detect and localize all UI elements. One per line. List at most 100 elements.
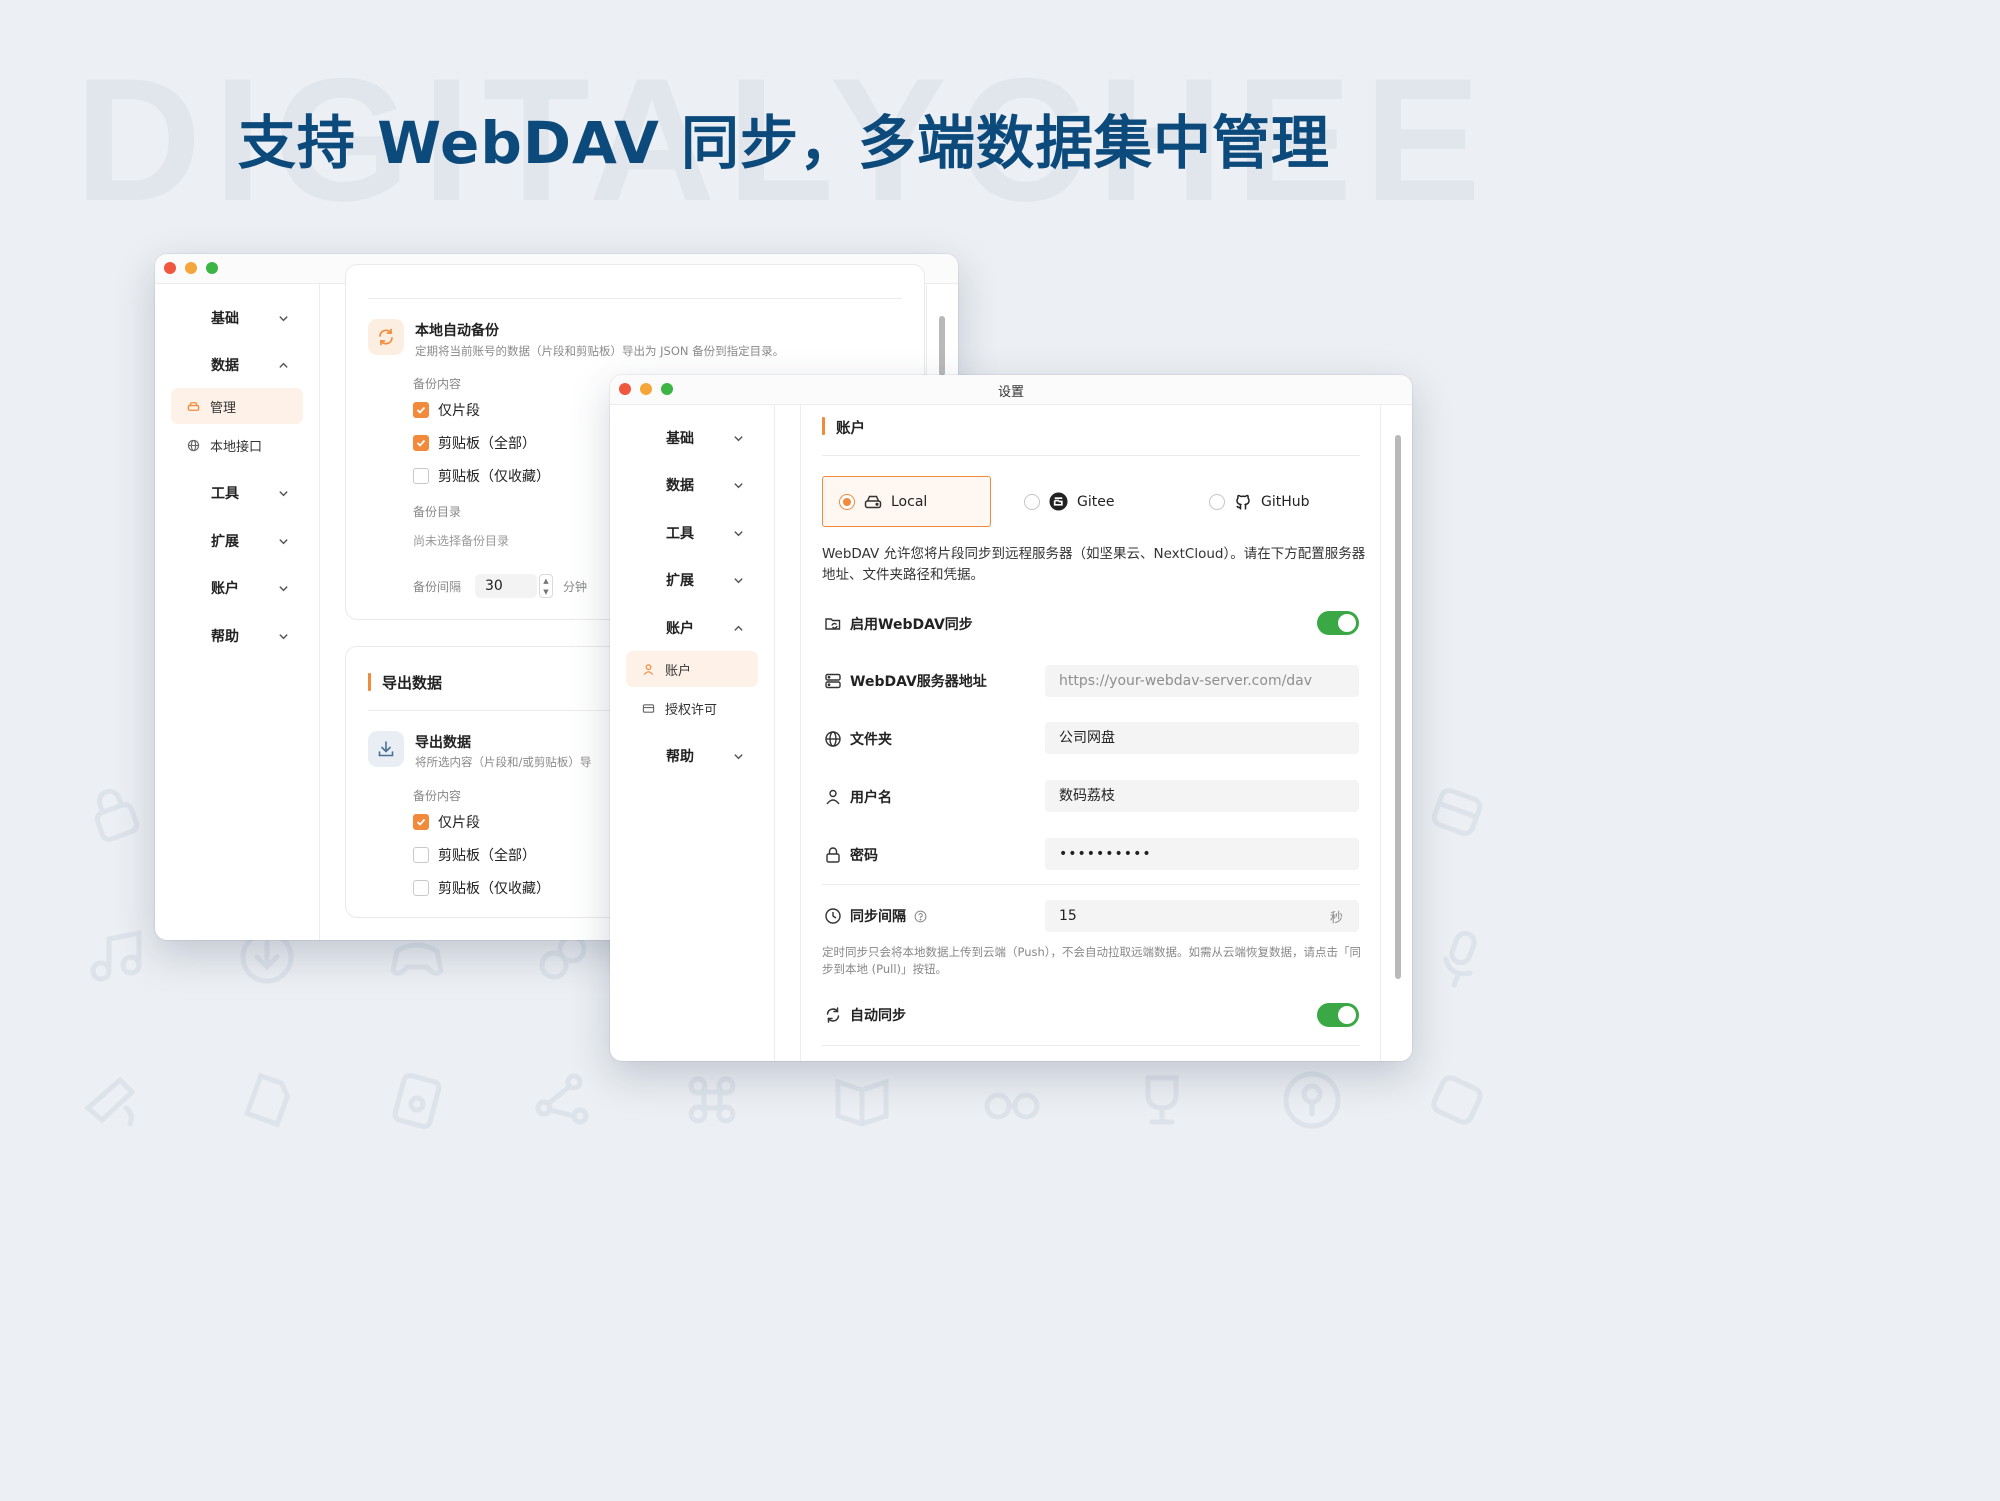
chevron-down-icon [279,585,288,591]
chevron-down-icon [279,490,288,496]
sidebar-item-license[interactable]: 授权许可 [626,690,758,726]
username-input[interactable]: 数码荔枝 [1045,780,1359,812]
sidebar-group-account[interactable]: 账户 [211,576,289,600]
checkbox[interactable] [413,435,429,451]
card-icon [642,702,655,715]
share-nodes-icon [530,1068,594,1132]
music-icon [85,925,149,989]
sync-interval-input[interactable]: 15 [1045,900,1359,932]
sidebar-item-account[interactable]: 账户 [626,651,758,687]
webdav-description: WebDAV 允许您将片段同步到远程服务器（如坚果云、NextCloud）。请在… [822,546,1366,583]
file-lock-icon [385,1068,449,1132]
scrollbar-thumb[interactable] [1395,435,1401,979]
stepper-up-icon[interactable]: ▲ [543,577,548,585]
keyhole-icon [1280,1068,1344,1132]
export-option-clipboard-all[interactable]: 剪贴板（全部） [413,845,536,865]
user-icon [826,789,840,805]
lock-icon [85,780,149,844]
option-clipboard-favorites[interactable]: 剪贴板（仅收藏） [413,466,550,486]
window-title: 设置 [997,385,1024,400]
sidebar-group-extensions[interactable]: 扩展 [666,568,744,592]
option-snippets-only[interactable]: 仅片段 [413,400,480,420]
radio-button[interactable] [1024,493,1040,510]
sidebar-group-data[interactable]: 数据 [211,353,289,377]
chevron-down-icon [734,753,743,759]
lock-icon [826,847,840,863]
refresh-icon [826,1007,840,1023]
folder-input[interactable]: 公司网盘 [1045,722,1359,754]
chevron-down-icon [279,538,288,544]
box-icon [1425,780,1489,844]
user-icon [642,663,655,676]
checkbox[interactable] [413,468,429,484]
password-input[interactable]: •••••••••• [1045,838,1359,870]
sidebar-group-basic[interactable]: 基础 [211,306,289,330]
folder-label: 文件夹 [824,729,892,749]
sidebar-item-local-api[interactable]: 本地接口 [171,427,303,463]
chevron-down-icon [734,482,743,488]
help-circle-icon[interactable] [914,910,927,923]
option-clipboard-all[interactable]: 剪贴板（全部） [413,433,536,453]
book-icon [830,1068,894,1132]
sidebar: 基础 数据 管理 本地接口 工具 扩展 账户 帮助 [155,284,320,940]
sidebar-group-tools[interactable]: 工具 [211,481,289,505]
content-area: 账户 Local Gitee GitHub WebDAV 允许您将片段同步到远程… [800,405,1380,1061]
globe-icon [187,439,200,452]
titlebar: 设置 [610,375,1412,405]
stepper-down-icon[interactable]: ▼ [543,588,548,596]
checkbox[interactable] [413,847,429,863]
server-address-input[interactable]: https://your-webdav-server.com/dav [1045,665,1359,697]
stylus-icon [80,1068,144,1132]
chevron-down-icon [279,633,288,639]
chevron-up-icon [279,362,288,368]
checkbox[interactable] [413,402,429,418]
sync-interval-note: 定时同步只会将本地数据上传到云端（Push），不会自动拉取远端数据。如需从云端恢… [822,945,1362,976]
chevron-down-icon [279,315,288,321]
trophy-icon [1130,1068,1194,1132]
sidebar-group-help[interactable]: 帮助 [666,744,744,768]
sync-interval-unit: 秒 [1330,911,1344,926]
glasses-icon [980,1068,1044,1132]
provider-github[interactable]: GitHub [1209,476,1310,527]
clock-icon [825,908,841,924]
auto-sync-toggle[interactable] [1317,1003,1359,1027]
server-icon [825,673,841,689]
sync-interval-label: 同步间隔 [824,906,927,926]
drive-icon [864,495,882,508]
radio-button[interactable] [1209,493,1225,510]
provider-local[interactable]: Local [822,476,991,527]
sidebar-item-manage[interactable]: 管理 [171,388,303,424]
headline: 支持 WebDAV 同步，多端数据集中管理 [237,109,1331,177]
server-address-label: WebDAV服务器地址 [824,671,987,691]
sidebar-group-basic[interactable]: 基础 [666,426,744,450]
backup-interval-label: 备份间隔 [413,580,462,594]
chevron-down-icon [734,435,743,441]
auto-sync-label: 自动同步 [824,1005,906,1025]
backup-interval-stepper[interactable]: ▲ ▼ [539,574,553,598]
export-option-clipboard-favorites[interactable]: 剪贴板（仅收藏） [413,878,550,898]
provider-gitee[interactable]: Gitee [1024,476,1114,527]
settings-window-front: 设置 基础 数据 工具 扩展 账户 账户 授权许可 帮助 账户 Local Gi… [610,375,1412,1061]
export-option-snippets-only[interactable]: 仅片段 [413,812,480,832]
scrollbar-thumb[interactable] [939,316,945,376]
sidebar-group-help[interactable]: 帮助 [211,624,289,648]
scrollbar[interactable] [1380,405,1412,1061]
export-desc: 将所选内容（片段和/或剪贴板）导 [415,755,592,769]
account-section-title: 账户 [836,421,865,437]
radio-button[interactable] [839,493,855,510]
enable-webdav-toggle[interactable] [1317,611,1359,635]
sidebar-group-extensions[interactable]: 扩展 [211,529,289,553]
backup-content-label: 备份内容 [413,377,462,391]
sidebar-group-tools[interactable]: 工具 [666,521,744,545]
backup-interval-input[interactable]: 30 [475,574,537,598]
drive-icon [187,400,200,413]
sidebar-group-data[interactable]: 数据 [666,473,744,497]
sidebar-group-account[interactable]: 账户 [666,616,744,640]
checkbox[interactable] [413,814,429,830]
chevron-down-icon [734,577,743,583]
backup-dir-label: 备份目录 [413,505,462,519]
checkbox[interactable] [413,880,429,896]
auto-backup-title: 本地自动备份 [415,323,499,339]
backup-dir-placeholder[interactable]: 尚未选择备份目录 [413,532,509,549]
github-icon [1236,494,1250,509]
